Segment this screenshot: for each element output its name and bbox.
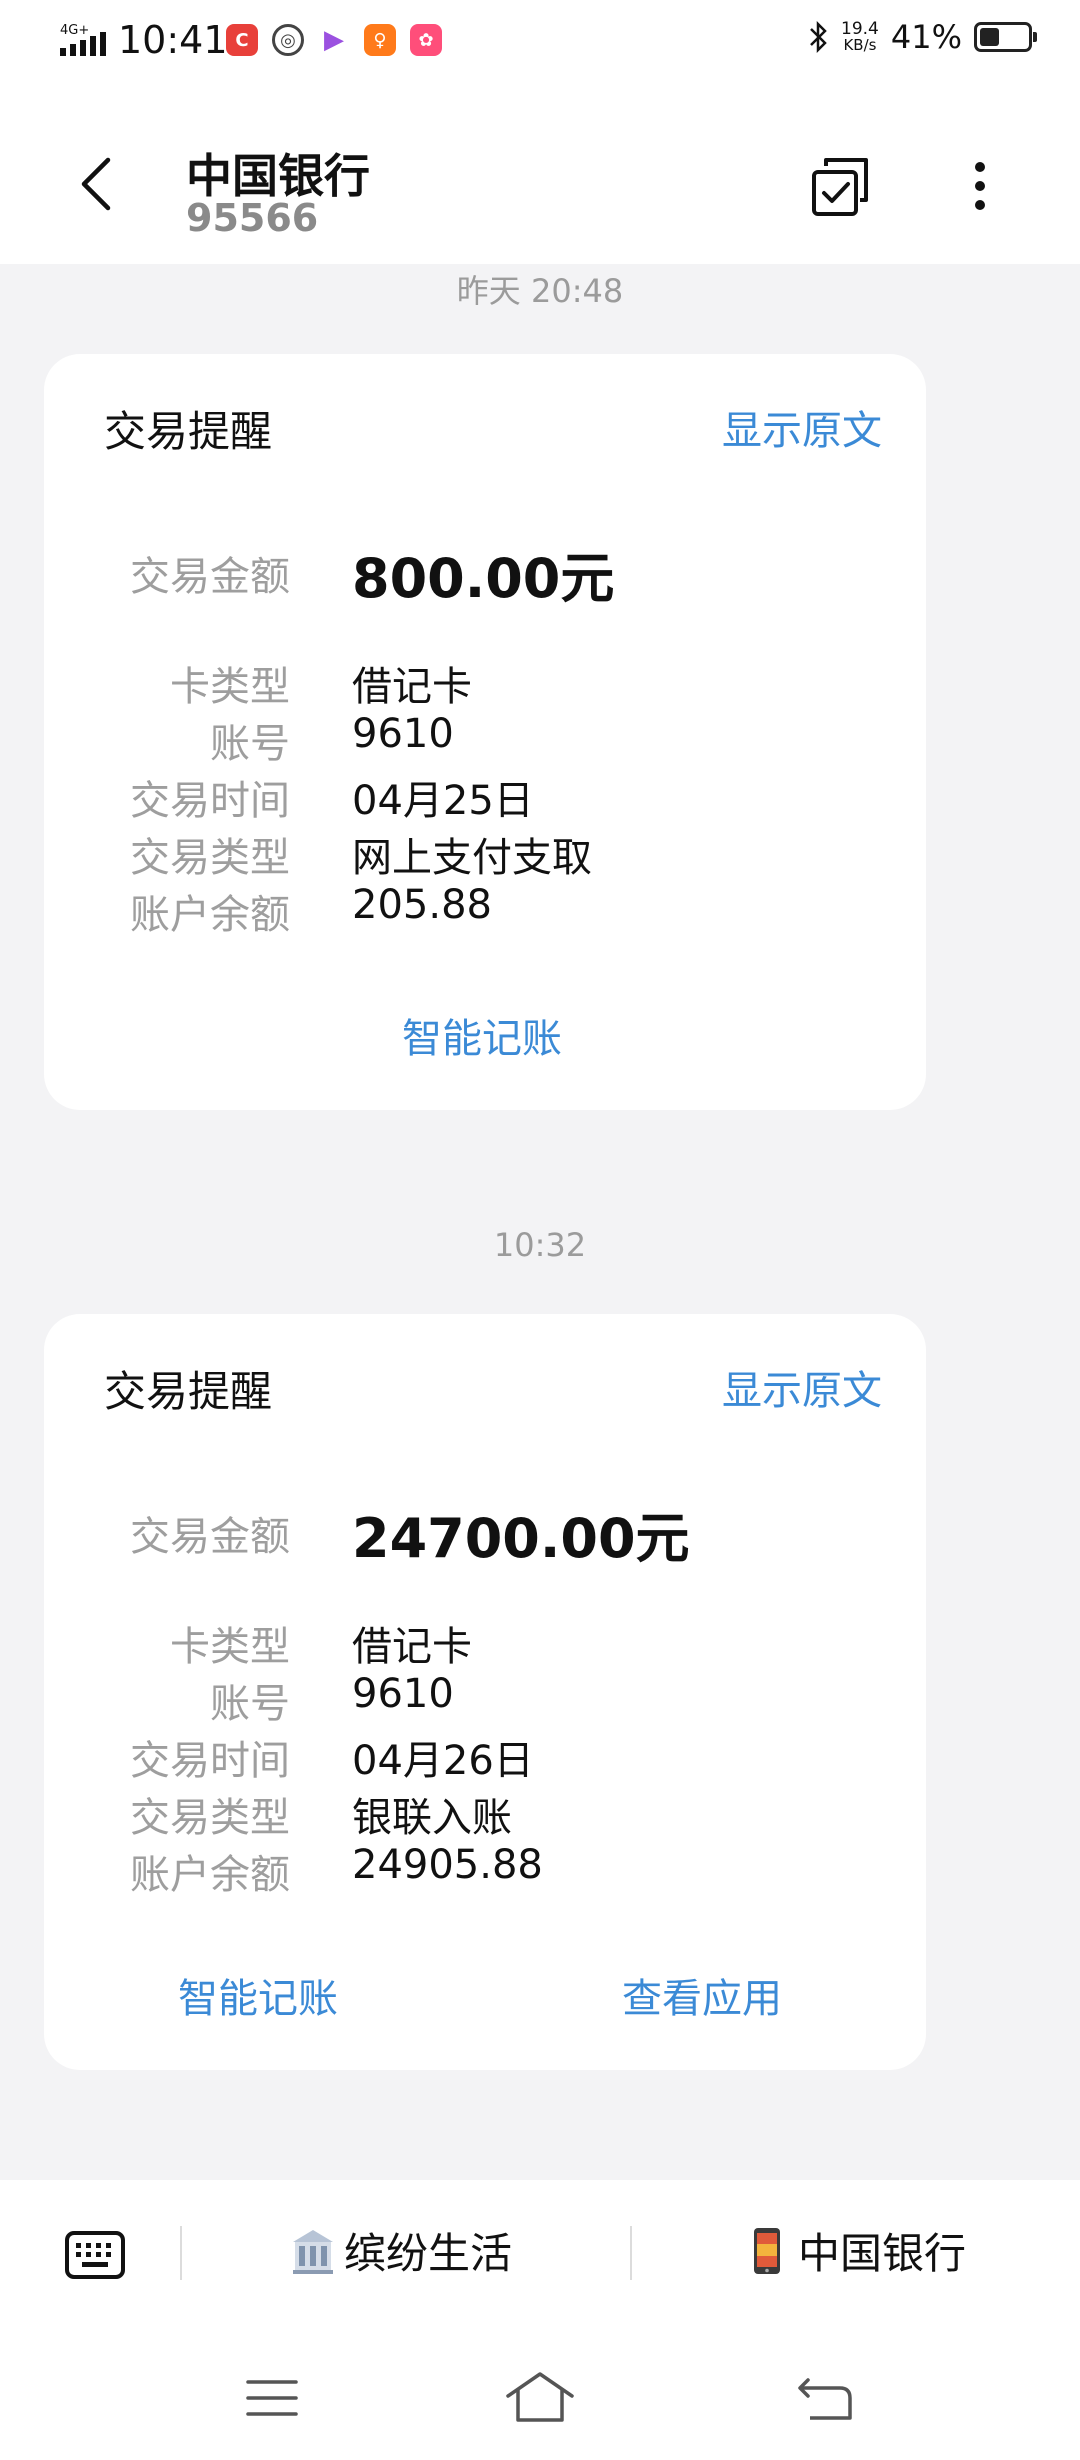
keyboard-icon[interactable]: [64, 2230, 126, 2280]
status-bar: 4G+ 10:41 C ◎ ▶ ♀ ✿ 19.4 KB/s 41%: [0, 0, 1080, 84]
field-value: 借记卡: [352, 664, 472, 710]
field-label: 账号: [210, 1681, 290, 1727]
smart-bookkeeping-button[interactable]: 智能记账: [178, 1966, 338, 2024]
transaction-card[interactable]: 交易提醒 显示原文 交易金额 24700.00元 卡类型 借记卡 账号 9610…: [44, 1314, 926, 2070]
card-title: 交易提醒: [104, 1367, 273, 1416]
amount-label: 交易金额: [130, 1514, 290, 1560]
battery-percent: 41%: [890, 18, 962, 56]
field-value: 04月26日: [352, 1738, 534, 1784]
notification-icons: C ◎ ▶ ♀ ✿: [226, 24, 442, 56]
menu-divider: [630, 2226, 632, 2280]
field-label: 卡类型: [170, 664, 290, 710]
field-label: 账号: [210, 721, 290, 767]
multi-select-icon[interactable]: [810, 156, 872, 218]
field-label: 账户余额: [130, 892, 290, 938]
show-original-link[interactable]: 显示原文: [722, 1358, 882, 1416]
bluetooth-icon: [810, 20, 827, 54]
mobile-phone-icon: [754, 2227, 780, 2274]
field-value: 9610: [352, 1671, 454, 1717]
conversation-header: 中国银行 95566: [0, 84, 1080, 264]
network-type-label: 4G+: [60, 23, 89, 38]
more-options-icon[interactable]: [960, 154, 1000, 218]
field-value: 04月25日: [352, 778, 534, 824]
network-speed: 19.4 KB/s: [841, 21, 879, 53]
amount-value: 24700.00元: [352, 1507, 690, 1570]
battery-fill: [980, 28, 999, 46]
system-navigation-bar: [0, 2340, 1080, 2460]
pink-app-icon: ✿: [410, 24, 442, 56]
amount-value: 800.00元: [352, 547, 615, 610]
return-icon[interactable]: [796, 2374, 854, 2422]
menu-lines-icon[interactable]: [244, 2376, 300, 2420]
menu-divider: [180, 2226, 182, 2280]
status-right: 19.4 KB/s 41%: [807, 18, 1037, 56]
field-label: 账户余额: [130, 1852, 290, 1898]
network-speed-unit: KB/s: [843, 36, 877, 54]
menu-item-label: 缤纷生活: [344, 2229, 513, 2278]
field-value: 银联入账: [352, 1795, 512, 1841]
card-title: 交易提醒: [104, 407, 273, 456]
battery-icon: [974, 22, 1037, 52]
message-timestamp: 昨天 20:48: [456, 272, 624, 310]
field-label: 交易时间: [130, 1738, 290, 1784]
field-value: 借记卡: [352, 1624, 472, 1670]
signal-icon: 4G+: [60, 23, 106, 56]
contact-number: 95566: [186, 196, 319, 240]
menu-item-bank-of-china[interactable]: 中国银行: [744, 2220, 966, 2281]
transaction-card[interactable]: 交易提醒 显示原文 交易金额 800.00元 卡类型 借记卡 账号 9610 交…: [44, 354, 926, 1110]
smart-bookkeeping-button[interactable]: 智能记账: [402, 1006, 562, 1064]
view-app-button[interactable]: 查看应用: [622, 1966, 782, 2024]
menu-item-colorful-life[interactable]: 缤纷生活: [290, 2220, 512, 2281]
status-time: 10:41: [118, 18, 228, 62]
bank-building-icon: [293, 2229, 333, 2274]
field-value: 9610: [352, 711, 454, 757]
field-label: 卡类型: [170, 1624, 290, 1670]
field-label: 交易类型: [130, 835, 290, 881]
circle-app-icon: ◎: [272, 24, 304, 56]
field-value: 205.88: [352, 882, 492, 928]
field-label: 交易时间: [130, 778, 290, 824]
field-value: 24905.88: [352, 1842, 543, 1888]
menu-item-label: 中国银行: [798, 2229, 967, 2278]
back-arrow-icon[interactable]: [68, 154, 128, 214]
message-timestamp: 10:32: [493, 1226, 587, 1264]
service-menu-bar: 缤纷生活 中国银行: [0, 2180, 1080, 2340]
field-label: 交易类型: [130, 1795, 290, 1841]
video-app-icon: ▶: [324, 25, 344, 55]
field-value: 网上支付支取: [352, 835, 592, 881]
show-original-link[interactable]: 显示原文: [722, 398, 882, 456]
orange-app-icon: ♀: [364, 24, 396, 56]
amount-label: 交易金额: [130, 554, 290, 600]
red-app-icon: C: [226, 24, 258, 56]
home-icon[interactable]: [504, 2370, 576, 2424]
